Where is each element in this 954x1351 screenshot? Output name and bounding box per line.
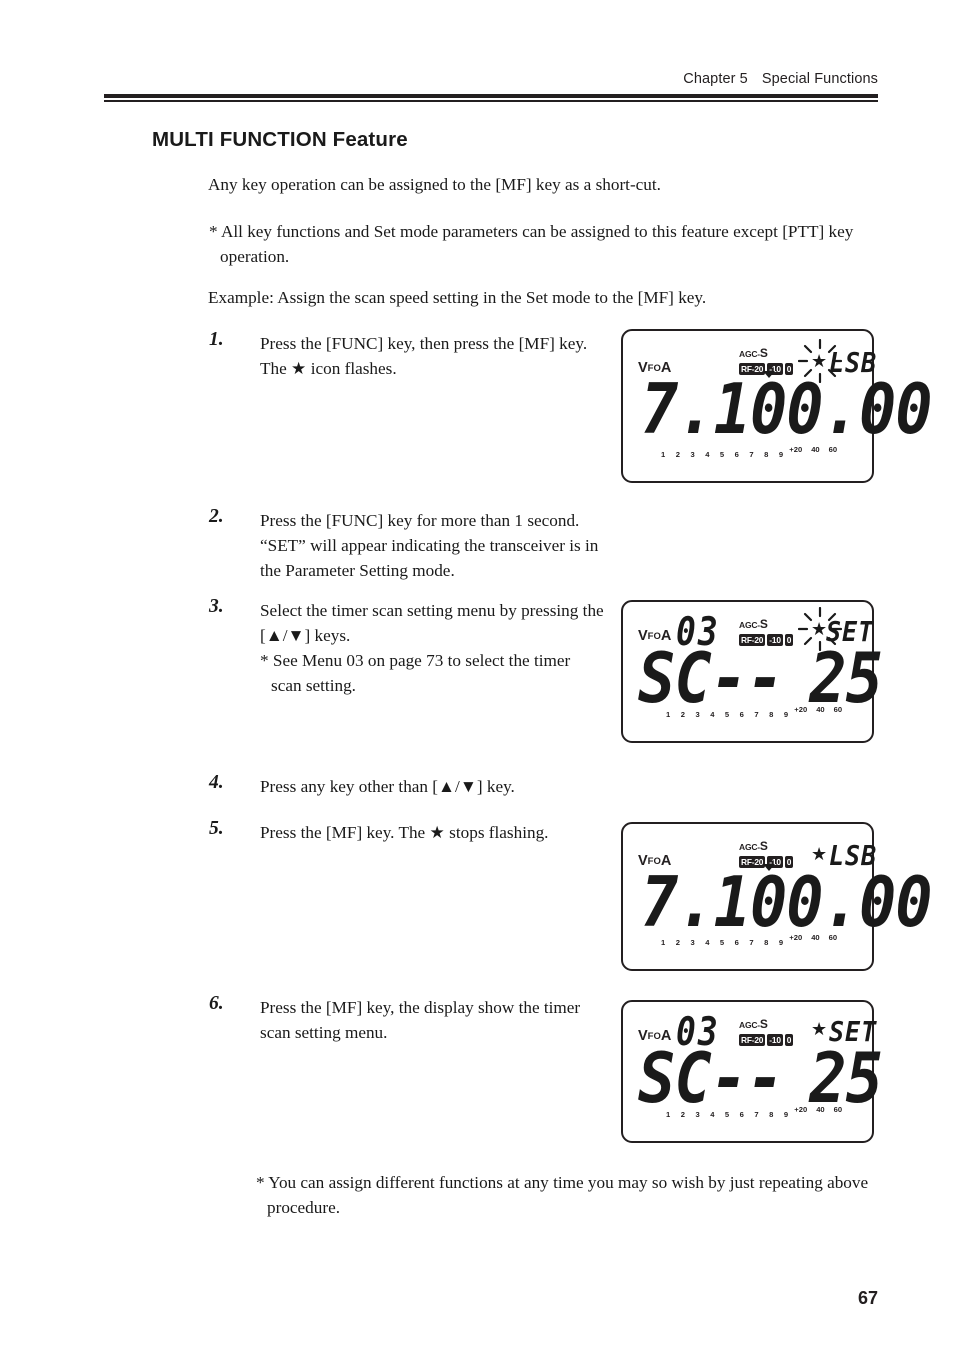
header-section: Special Functions [761,71,878,87]
set-readout-dashes: -- [710,637,785,720]
step-3-subnote: * See Menu 03 on page 73 to select the t… [260,651,571,670]
s-meter-plus20: +20 [794,705,808,715]
s-meter-ticks: 1 2 3 4 5 6 7 8 9 [661,450,788,460]
s-meter-plus20: +20 [789,933,803,943]
intro-paragraph: Any key operation can be assigned to the… [208,175,661,194]
lcd-display-step1: VFOA AGC-S RF-20 -10 0 ★ LSB 7.100.00 1 … [621,329,933,483]
set-readout-left: SC [638,1037,712,1120]
header-rule-thin [104,100,878,102]
header-chapter: Chapter 5 [683,71,748,87]
lcd-display-step5: VFOA AGC-S RF-20 -10 0 ★ LSB 7.100.00 1 … [621,822,933,971]
note-paragraph: * All key functions and Set mode paramet… [209,222,854,266]
step-5-text: Press the [MF] key. The ★ stops flashing… [260,823,549,842]
header-rule [104,94,878,102]
step-3-subnote-cont: scan setting. [271,676,356,695]
agc-value: S [759,346,768,360]
agc-label: AGC-S [739,1016,793,1032]
step-3-number: 3. [209,596,224,617]
manual-page: Chapter 5 Special Functions MULTI FUNCTIO… [0,0,954,1351]
step-3-text: Select the timer scan setting menu by pr… [260,601,604,645]
page-title: MULTI FUNCTION Feature [152,128,408,151]
agc-label: AGC-S [739,838,793,854]
page-number: 67 [857,1288,878,1308]
step-4-text: Press any key other than [▲/▼] key. [260,777,515,796]
agc-value: S [759,1017,768,1031]
s-meter-plus-scale: +20 40 60 [789,934,846,942]
s-meter-40: 40 [811,445,820,455]
step-6-text: Press the [MF] key, the display show the… [260,998,581,1042]
s-meter-60: 60 [833,705,843,715]
s-meter-40: 40 [816,1105,825,1115]
s-meter-scale: 1 2 3 4 5 6 7 8 9 +20 40 60 [661,934,846,948]
s-meter-60: 60 [828,933,838,943]
agc-prefix: AGC- [739,842,760,852]
agc-value: S [759,839,768,853]
s-meter-40: 40 [811,933,820,943]
s-meter-ticks: 1 2 3 4 5 6 7 8 9 [666,1110,793,1120]
set-value-readout: SC-- 25 [638,643,883,713]
s-meter-scale: 1 2 3 4 5 6 7 8 9 +20 40 60 [666,1106,851,1120]
s-meter-plus-scale: +20 40 60 [789,446,846,454]
set-value-readout: SC-- 25 [638,1043,883,1113]
example-paragraph: Example: Assign the scan speed setting i… [208,288,707,307]
agc-prefix: AGC- [739,1020,760,1030]
frequency-readout: 7.100.00 [641,368,933,451]
s-meter-plus-scale: +20 40 60 [794,706,851,714]
footnote-paragraph: * You can assign different functions at … [256,1173,869,1217]
step-1-text: Press the [FUNC] key, then press the [MF… [260,334,588,378]
s-meter-40: 40 [816,705,825,715]
step-3-text-wrap: Select the timer scan setting menu by pr… [260,598,619,698]
s-meter-ticks: 1 2 3 4 5 6 7 8 9 [661,938,788,948]
lcd-display-step6: VFOA 03 AGC-S RF-20 -10 0 ★ SET SC-- 25 1… [621,1000,883,1143]
star-icon: ★ [811,619,828,639]
agc-label: AGC-S [739,616,793,632]
set-readout-dashes: -- [710,1037,785,1120]
s-meter-ticks: 1 2 3 4 5 6 7 8 9 [666,710,793,720]
agc-label: AGC-S [739,345,793,361]
frequency-readout: 7.100.00 [641,861,933,944]
step-1-number: 1. [209,329,224,350]
set-readout-left: SC [638,637,712,720]
lcd-display-step3: VFOA 03 AGC-S RF-20 -10 0 ★ SET SC-- 25 … [621,600,883,743]
s-meter-scale: 1 2 3 4 5 6 7 8 9 +20 40 60 [661,446,846,460]
s-meter-60: 60 [833,1105,843,1115]
running-header: Chapter 5 Special Functions [104,70,878,88]
step-2-number: 2. [209,506,224,527]
s-meter-plus20: +20 [794,1105,808,1115]
s-meter-plus20: +20 [789,445,803,455]
s-meter-plus-scale: +20 40 60 [794,1106,851,1114]
s-meter-scale: 1 2 3 4 5 6 7 8 9 +20 40 60 [666,706,851,720]
agc-value: S [759,617,768,631]
step-2-text: Press the [FUNC] key for more than 1 sec… [260,511,599,580]
s-meter-60: 60 [828,445,838,455]
step-6-number: 6. [209,993,224,1014]
step-5-number: 5. [209,818,224,839]
star-icon: ★ [811,1019,828,1039]
agc-prefix: AGC- [739,349,760,359]
step-4-number: 4. [209,772,224,793]
agc-prefix: AGC- [739,620,760,630]
